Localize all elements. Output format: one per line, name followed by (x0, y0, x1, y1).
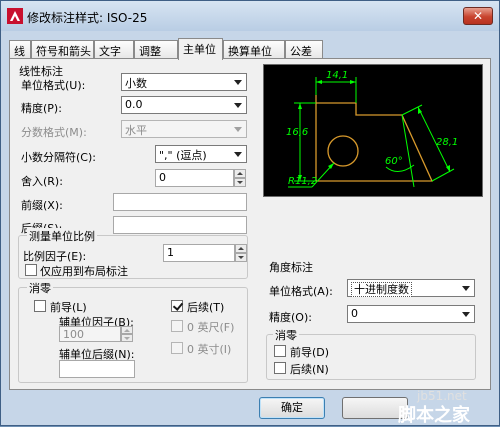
round-off-label: 舍入(R): (21, 175, 63, 188)
spin-up-icon[interactable] (234, 169, 246, 178)
angular-group-title: 角度标注 (269, 261, 313, 274)
ok-button[interactable]: 确定 (259, 397, 325, 419)
tab-tolerances[interactable]: 公差 (285, 40, 323, 59)
prefix-input[interactable] (113, 193, 247, 211)
preview-drawing: 14,1 16,6 28,1 60° R11,2 (286, 70, 458, 188)
arrowhead-icon (316, 80, 322, 84)
arrowhead-icon (298, 103, 302, 109)
zero-suppression-group: 消零 前导(L) 后续(T) 辅单位因子(B): 100 0 英尺(F) 辅单位… (18, 280, 248, 383)
scale-factor-label: 比例因子(E): (23, 250, 87, 263)
angular-unit-format-label: 单位格式(A): (269, 285, 333, 298)
modify-dimension-style-dialog: 修改标注样式: ISO-25 ✕ 线 符号和箭头 文字 调整 主单位 换算单位 … (0, 0, 500, 426)
decimal-separator-label: 小数分隔符(C): (21, 151, 96, 164)
sub-unit-factor-spinner[interactable] (121, 326, 133, 342)
layout-only-label: 仅应用到布局标注 (40, 265, 128, 278)
tab-bar: 线 符号和箭头 文字 调整 主单位 换算单位 公差 (9, 38, 489, 60)
measurement-scale-group: 测量单位比例 比例因子(E): 1 仅应用到布局标注 (18, 228, 248, 279)
unit-format-label: 单位格式(U): (21, 79, 86, 92)
dim-left-text: 16,6 (286, 127, 308, 138)
sub-unit-suffix-input[interactable] (59, 360, 135, 378)
chevron-down-icon (462, 312, 470, 317)
measurement-scale-title: 测量单位比例 (27, 228, 97, 244)
trailing-zero-checkbox[interactable] (171, 300, 183, 312)
autocad-logo-icon (7, 8, 23, 24)
tab-fit[interactable]: 调整 (134, 40, 178, 59)
angular-trailing-checkbox[interactable] (274, 362, 286, 374)
fraction-format-select[interactable]: 水平 (121, 120, 247, 138)
dim-top-text: 14,1 (326, 70, 348, 81)
fraction-format-value: 水平 (125, 124, 147, 137)
angular-zero-suppression-group: 消零 前导(D) 后续(N) (266, 327, 476, 380)
feet-label: 0 英尺(F) (187, 321, 235, 334)
inches-label: 0 英寸(I) (187, 343, 232, 356)
part-outline (315, 95, 434, 182)
chevron-down-icon (234, 127, 242, 132)
spin-down-icon[interactable] (121, 334, 133, 342)
angular-trailing-label: 后续(N) (290, 363, 329, 376)
spin-down-icon[interactable] (234, 178, 246, 187)
window-title: 修改标注样式: ISO-25 (27, 11, 148, 25)
leading-zero-label: 前导(L) (50, 301, 87, 314)
tab-symbols-arrows[interactable]: 符号和箭头 (31, 40, 94, 59)
angular-unit-format-select[interactable]: 十进制度数 (347, 279, 475, 297)
tab-primary-units[interactable]: 主单位 (178, 38, 223, 60)
tab-lines[interactable]: 线 (9, 40, 31, 59)
layout-only-checkbox[interactable] (25, 264, 37, 276)
dim-ext-line (431, 168, 455, 182)
angular-leading-label: 前导(D) (290, 346, 330, 359)
angular-zero-title: 消零 (273, 327, 299, 343)
tab-text[interactable]: 文字 (94, 40, 134, 59)
chevron-down-icon (234, 103, 242, 108)
dim-right-text: 28,1 (436, 137, 458, 148)
sub-unit-factor-input[interactable]: 100 (59, 326, 121, 342)
fraction-format-label: 分数格式(M): (21, 126, 87, 139)
prefix-label: 前缀(X): (21, 199, 63, 212)
arrowhead-icon (350, 80, 356, 84)
suffix-input[interactable] (113, 216, 247, 234)
angular-dimensions-group: 角度标注 单位格式(A): 十进制度数 精度(O): 0 消零 前导(D) 后续… (263, 259, 483, 381)
leading-zero-checkbox[interactable] (34, 300, 46, 312)
angular-precision-select[interactable]: 0 (347, 305, 475, 323)
angle-ext-line (401, 114, 415, 188)
angular-precision-value: 0 (351, 307, 358, 320)
close-button[interactable]: ✕ (463, 7, 493, 25)
unit-format-value: 小数 (125, 77, 147, 90)
angle-text: 60° (385, 156, 403, 167)
feet-checkbox[interactable] (171, 320, 183, 332)
primary-units-panel: 线性标注 单位格式(U): 小数 精度(P): 0.0 分数格式(M): 水平 … (9, 58, 491, 390)
scale-factor-spinner[interactable] (235, 244, 247, 262)
scale-factor-input[interactable]: 1 (163, 244, 235, 262)
dimension-preview: 14,1 16,6 28,1 60° R11,2 (263, 64, 483, 197)
precision-label: 精度(P): (21, 102, 62, 115)
precision-select[interactable]: 0.0 (121, 96, 247, 114)
round-off-spinner[interactable] (234, 169, 246, 187)
spin-up-icon[interactable] (121, 326, 133, 334)
chevron-down-icon (234, 152, 242, 157)
watermark-brand: 脚本之家 (398, 405, 470, 426)
angular-unit-format-value: 十进制度数 (351, 282, 412, 297)
decimal-separator-select[interactable]: "," (逗点) (155, 145, 247, 163)
radius-text: R11,2 (288, 176, 317, 187)
spin-up-icon[interactable] (235, 244, 247, 253)
round-off-input[interactable]: 0 (155, 169, 234, 187)
chevron-down-icon (234, 80, 242, 85)
zero-suppression-title: 消零 (27, 280, 53, 296)
trailing-zero-label: 后续(T) (187, 301, 225, 314)
tab-alternate-units[interactable]: 换算单位 (223, 40, 285, 59)
inches-checkbox[interactable] (171, 342, 183, 354)
part-hole (327, 135, 359, 167)
chevron-down-icon (462, 286, 470, 291)
angular-precision-label: 精度(O): (269, 311, 312, 324)
angular-leading-checkbox[interactable] (274, 345, 286, 357)
title-bar: 修改标注样式: ISO-25 ✕ (1, 1, 499, 31)
linear-dimensions-group: 线性标注 单位格式(U): 小数 精度(P): 0.0 分数格式(M): 水平 … (13, 65, 255, 235)
precision-value: 0.0 (125, 98, 143, 111)
decimal-separator-value: "," (逗点) (159, 149, 207, 162)
unit-format-select[interactable]: 小数 (121, 73, 247, 91)
spin-down-icon[interactable] (235, 253, 247, 262)
